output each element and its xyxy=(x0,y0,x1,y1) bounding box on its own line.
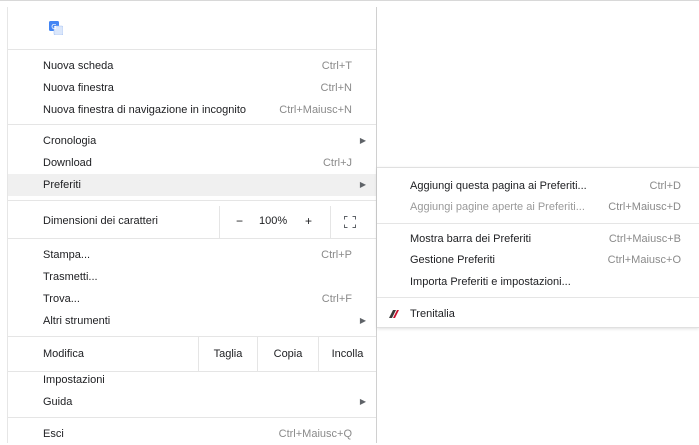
submenu-separator xyxy=(377,297,699,298)
submenu-item-import-bookmarks[interactable]: Importa Preferiti e impostazioni... xyxy=(377,271,699,293)
menu-item-new-tab[interactable]: Nuova scheda Ctrl+T xyxy=(8,55,376,77)
triangle-right-icon: ▶ xyxy=(359,397,366,406)
bookmarks-submenu: Aggiungi questa pagina ai Preferiti... C… xyxy=(377,167,699,328)
paste-button[interactable]: Incolla xyxy=(318,337,376,371)
edit-row: Modifica Taglia Copia Incolla xyxy=(8,337,376,371)
menu-item-label: Stampa... xyxy=(43,249,91,261)
menu-item-shortcut: Ctrl+N xyxy=(320,82,352,94)
bookmark-trenitalia[interactable]: Trenitalia xyxy=(377,303,699,325)
zoom-level: 100% xyxy=(259,215,288,227)
cut-button[interactable]: Taglia xyxy=(198,337,257,371)
fullscreen-icon[interactable] xyxy=(344,216,356,228)
zoom-out-button[interactable]: − xyxy=(236,214,243,228)
submenu-item-shortcut: Ctrl+Maiusc+D xyxy=(608,201,681,213)
submenu-item-shortcut: Ctrl+D xyxy=(649,180,681,192)
menu-separator xyxy=(8,238,376,239)
menu-item-label: Trasmetti... xyxy=(43,271,98,283)
menu-item-bookmarks[interactable]: Preferiti ▶ xyxy=(8,174,376,196)
submenu-item-bookmark-manager[interactable]: Gestione Preferiti Ctrl+Maiusc+O xyxy=(377,249,699,271)
triangle-right-icon: ▶ xyxy=(359,136,366,145)
menu-item-shortcut: Ctrl+J xyxy=(322,157,352,169)
submenu-item-shortcut: Ctrl+Maiusc+B xyxy=(608,233,681,245)
menu-item-print[interactable]: Stampa... Ctrl+P xyxy=(8,244,376,266)
menu-item-downloads[interactable]: Download Ctrl+J xyxy=(8,152,376,174)
menu-item-more-tools[interactable]: Altri strumenti ▶ xyxy=(8,310,376,332)
menu-item-find[interactable]: Trova... Ctrl+F xyxy=(8,288,376,310)
menu-separator xyxy=(8,124,376,125)
submenu-item-label: Mostra barra dei Preferiti xyxy=(410,233,532,245)
submenu-separator xyxy=(377,223,699,224)
menu-item-label: Preferiti xyxy=(43,179,81,191)
submenu-item-add-open-pages: Aggiungi pagine aperte ai Preferiti... C… xyxy=(377,196,699,218)
menu-item-cast[interactable]: Trasmetti... xyxy=(8,266,376,288)
zoom-in-button[interactable]: + xyxy=(305,214,312,228)
menu-item-label: Nuova finestra xyxy=(43,82,114,94)
menu-item-settings[interactable]: Impostazioni xyxy=(8,369,376,391)
menu-item-history[interactable]: Cronologia ▶ xyxy=(8,130,376,152)
copy-button[interactable]: Copia xyxy=(257,337,318,371)
menu-item-help[interactable]: Guida ▶ xyxy=(8,391,376,413)
menu-item-label: Altri strumenti xyxy=(43,315,111,327)
translate-row[interactable]: G xyxy=(8,7,376,49)
menu-separator xyxy=(8,200,376,201)
trenitalia-favicon-icon xyxy=(389,310,399,318)
menu-item-new-window[interactable]: Nuova finestra Ctrl+N xyxy=(8,77,376,99)
triangle-right-icon: ▶ xyxy=(359,316,366,325)
submenu-item-show-bookmarks-bar[interactable]: Mostra barra dei Preferiti Ctrl+Maiusc+B xyxy=(377,228,699,250)
submenu-item-label: Gestione Preferiti xyxy=(410,254,495,266)
svg-text:G: G xyxy=(51,23,56,31)
menu-item-label: Trova... xyxy=(43,293,80,305)
bookmark-label: Trenitalia xyxy=(410,308,455,320)
menu-item-shortcut: Ctrl+F xyxy=(321,293,352,305)
zoom-label: Dimensioni dei caratteri xyxy=(43,215,158,227)
menu-item-new-incognito-window[interactable]: Nuova finestra di navigazione in incogni… xyxy=(8,99,376,121)
google-translate-icon[interactable]: G xyxy=(49,21,63,35)
menu-item-shortcut: Ctrl+Maiusc+N xyxy=(279,104,352,116)
submenu-item-label: Aggiungi pagine aperte ai Preferiti... xyxy=(410,201,585,213)
menu-item-shortcut: Ctrl+T xyxy=(321,60,352,72)
submenu-item-add-bookmark[interactable]: Aggiungi questa pagina ai Preferiti... C… xyxy=(377,175,699,197)
menu-item-label: Impostazioni xyxy=(43,374,105,386)
menu-item-shortcut: Ctrl+P xyxy=(321,249,352,261)
menu-item-label: Nuova scheda xyxy=(43,60,114,72)
chrome-main-menu: G Nuova scheda Ctrl+T Nuova finestra Ctr… xyxy=(7,7,377,443)
zoom-row: Dimensioni dei caratteri − 100% + xyxy=(8,206,376,238)
submenu-item-label: Importa Preferiti e impostazioni... xyxy=(410,276,571,288)
menu-item-label: Guida xyxy=(43,396,73,408)
submenu-item-label: Aggiungi questa pagina ai Preferiti... xyxy=(410,180,587,192)
menu-item-label: Nuova finestra di navigazione in incogni… xyxy=(43,104,247,116)
triangle-right-icon: ▶ xyxy=(359,180,366,189)
menu-item-label: Download xyxy=(43,157,92,169)
edit-label: Modifica xyxy=(43,348,84,360)
submenu-item-shortcut: Ctrl+Maiusc+O xyxy=(607,254,681,266)
menu-separator xyxy=(8,49,376,50)
menu-item-label: Cronologia xyxy=(43,135,97,147)
screen: G Nuova scheda Ctrl+T Nuova finestra Ctr… xyxy=(0,0,699,443)
menu-separator xyxy=(8,417,376,418)
